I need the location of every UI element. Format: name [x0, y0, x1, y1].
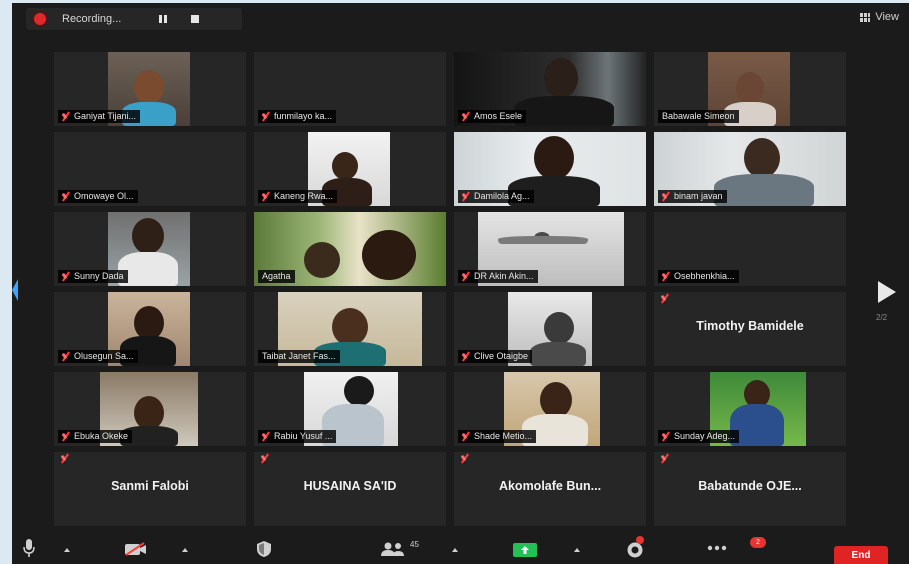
previous-page-arrow-icon[interactable] — [12, 279, 18, 301]
participant-name-label: Taibat Janet Fas... — [258, 350, 340, 363]
participant-tile[interactable]: HUSAINA SA'ID — [254, 452, 446, 526]
participant-name-label: Rabiu Yusuf ... — [258, 430, 337, 443]
participant-name-label: Damilola Ag... — [458, 190, 534, 203]
muted-mic-icon — [61, 352, 70, 361]
participant-tile[interactable]: Ganiyat Tijani... — [54, 52, 246, 126]
recording-dot-icon — [34, 13, 46, 25]
participant-name-label: Osebhenkhia... — [658, 270, 739, 283]
participant-tile[interactable]: Kaneng Rwa... — [254, 132, 446, 206]
participant-tile[interactable]: Clive Otaigbe — [454, 292, 646, 366]
muted-mic-icon — [661, 432, 670, 441]
muted-mic-icon — [60, 454, 72, 466]
meeting-toolbar: 45 2 End — [12, 536, 909, 564]
share-options-caret-icon[interactable] — [574, 548, 580, 552]
muted-mic-icon — [261, 192, 270, 201]
muted-mic-icon — [261, 432, 270, 441]
participant-tile[interactable]: Omowaye Ol... — [54, 132, 246, 206]
participant-name-label: Olusegun Sa... — [58, 350, 138, 363]
participant-name-label: Timothy Bamidele — [696, 319, 804, 333]
participant-name-label: Babatunde OJE... — [698, 479, 802, 493]
zoom-meeting-window: Recording... View 2/2 Ganiyat Tijani... … — [12, 3, 909, 564]
participant-tile[interactable]: Timothy Bamidele — [654, 292, 846, 366]
audio-options-caret-icon[interactable] — [64, 548, 70, 552]
participant-name-label: Shade Metio... — [458, 430, 537, 443]
page-indicator: 2/2 — [876, 313, 888, 322]
muted-mic-icon — [660, 454, 672, 466]
participant-tile[interactable]: Akomolafe Bun... — [454, 452, 646, 526]
participant-tile[interactable]: funmilayo ka... — [254, 52, 446, 126]
pause-recording-button[interactable] — [159, 15, 168, 23]
participant-tile[interactable]: Amos Esele — [454, 52, 646, 126]
participant-tile[interactable]: Babawale Simeon — [654, 52, 846, 126]
participant-tile[interactable]: Sanmi Falobi — [54, 452, 246, 526]
participant-name-label: Agatha — [258, 270, 295, 283]
participant-tile[interactable]: Sunny Dada — [54, 212, 246, 286]
muted-mic-icon — [460, 454, 472, 466]
participant-name-label: Sanmi Falobi — [111, 479, 189, 493]
muted-mic-icon — [461, 352, 470, 361]
video-options-caret-icon[interactable] — [182, 548, 188, 552]
muted-mic-icon — [61, 192, 70, 201]
security-shield-icon[interactable] — [256, 540, 272, 558]
participant-name-label: DR Akin Akin... — [458, 270, 538, 283]
next-page-arrow-icon[interactable] — [878, 281, 896, 303]
muted-mic-icon — [61, 112, 70, 121]
muted-mic-icon — [461, 192, 470, 201]
view-button[interactable]: View — [860, 11, 899, 23]
muted-mic-icon — [661, 272, 670, 281]
participant-tile[interactable]: binam javan — [654, 132, 846, 206]
participant-name-label: Ebuka Okeke — [58, 430, 133, 443]
participant-name-label: HUSAINA SA'ID — [303, 479, 397, 493]
recording-label: Recording... — [62, 13, 122, 25]
video-off-icon[interactable] — [124, 542, 148, 556]
gallery-grid: Ganiyat Tijani... funmilayo ka... Amos E… — [54, 52, 848, 530]
muted-mic-icon — [261, 112, 270, 121]
participant-name-label: Sunday Adeg... — [658, 430, 740, 443]
stop-recording-button[interactable] — [191, 15, 200, 23]
participant-tile[interactable]: DR Akin Akin... — [454, 212, 646, 286]
participant-tile[interactable]: Taibat Janet Fas... — [254, 292, 446, 366]
recording-status-dot-icon — [636, 536, 644, 544]
participant-tile[interactable]: Damilola Ag... — [454, 132, 646, 206]
muted-mic-icon — [260, 454, 272, 466]
recording-indicator: Recording... — [26, 8, 242, 30]
participant-name-label: binam javan — [658, 190, 727, 203]
participant-name-label: Sunny Dada — [58, 270, 128, 283]
participants-options-caret-icon[interactable] — [452, 548, 458, 552]
participant-name-label: Omowaye Ol... — [58, 190, 138, 203]
participant-tile[interactable]: Rabiu Yusuf ... — [254, 372, 446, 446]
participant-tile[interactable]: Sunday Adeg... — [654, 372, 846, 446]
end-meeting-button[interactable]: End — [834, 546, 888, 564]
view-label: View — [875, 11, 899, 23]
participant-name-label: Clive Otaigbe — [458, 350, 533, 363]
participant-name-label: Babawale Simeon — [658, 110, 739, 123]
participant-name-label: Amos Esele — [458, 110, 527, 123]
microphone-icon[interactable] — [22, 538, 36, 558]
participant-tile[interactable]: Olusegun Sa... — [54, 292, 246, 366]
participant-name-label: Akomolafe Bun... — [498, 479, 602, 493]
muted-mic-icon — [461, 272, 470, 281]
participant-tile[interactable]: Shade Metio... — [454, 372, 646, 446]
participants-icon[interactable] — [380, 542, 406, 556]
more-options-icon[interactable] — [706, 544, 728, 552]
participant-name-label: Kaneng Rwa... — [258, 190, 338, 203]
participant-tile[interactable]: Babatunde OJE... — [654, 452, 846, 526]
muted-mic-icon — [61, 432, 70, 441]
muted-mic-icon — [461, 432, 470, 441]
muted-mic-icon — [61, 272, 70, 281]
participants-count: 45 — [410, 540, 419, 549]
participant-tile[interactable]: Agatha — [254, 212, 446, 286]
muted-mic-icon — [661, 192, 670, 201]
chat-unread-badge: 2 — [750, 537, 766, 548]
participant-name-label: funmilayo ka... — [258, 110, 337, 123]
share-screen-icon[interactable] — [512, 542, 538, 558]
muted-mic-icon — [660, 294, 672, 306]
participant-tile[interactable]: Osebhenkhia... — [654, 212, 846, 286]
muted-mic-icon — [461, 112, 470, 121]
participant-name-label: Ganiyat Tijani... — [58, 110, 141, 123]
grid-view-icon — [860, 12, 871, 22]
participant-tile[interactable]: Ebuka Okeke — [54, 372, 246, 446]
